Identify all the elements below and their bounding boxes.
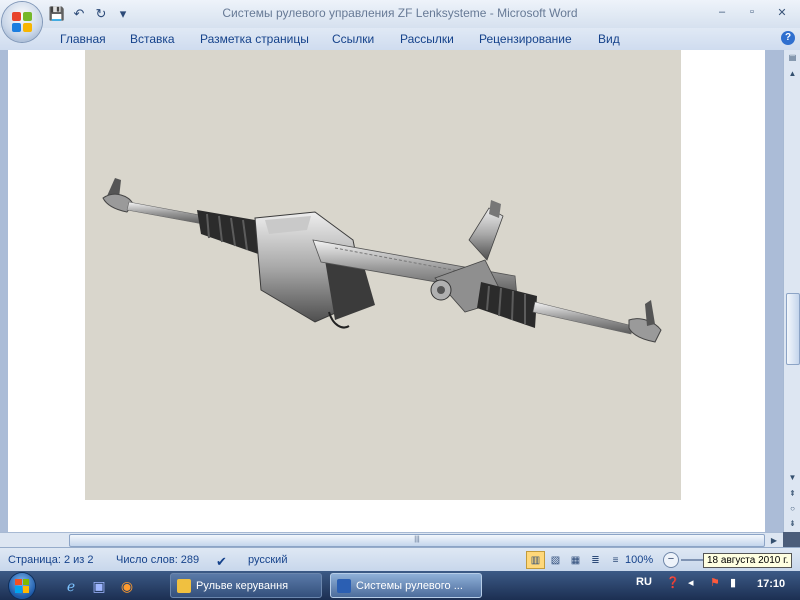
- tab-page-layout[interactable]: Разметка страницы: [200, 32, 309, 46]
- tab-references[interactable]: Ссылки: [332, 32, 374, 46]
- tab-insert[interactable]: Вставка: [130, 32, 175, 46]
- web-layout-icon[interactable]: ▦: [566, 551, 585, 569]
- taskbar-button-folder[interactable]: Рульве керування: [170, 573, 322, 598]
- right-bellows: [477, 282, 537, 328]
- taskbar: ℯ ▣ ◉ Рульве керування Системы рулевого …: [0, 571, 800, 600]
- window-controls: – ▫ ✕: [708, 3, 796, 21]
- title-bar: 💾 ↶ ↻ ▾ Системы рулевого управления ZF L…: [0, 0, 800, 28]
- taskbar-button-label: Рульве керування: [196, 579, 289, 592]
- word-count[interactable]: Число слов: 289: [116, 554, 199, 566]
- zoom-out-button[interactable]: −: [663, 552, 679, 568]
- folder-icon: [177, 578, 191, 593]
- full-screen-reading-icon[interactable]: ▧: [546, 551, 565, 569]
- help-button[interactable]: ?: [781, 31, 795, 45]
- start-button[interactable]: [4, 571, 40, 600]
- date-tooltip: 18 августа 2010 г.: [703, 553, 793, 568]
- minimize-button[interactable]: –: [708, 3, 736, 21]
- ruler-icon[interactable]: ▤: [785, 50, 800, 65]
- taskbar-button-label: Системы рулевого ...: [356, 579, 463, 592]
- window-title: Системы рулевого управления ZF Lenksyste…: [222, 6, 578, 20]
- media-player-icon[interactable]: ▣: [90, 577, 108, 595]
- taskbar-button-word[interactable]: Системы рулевого ...: [330, 573, 482, 598]
- browser-icon[interactable]: ◉: [118, 577, 136, 595]
- page-count[interactable]: Страница: 2 из 2: [8, 554, 94, 566]
- tab-view[interactable]: Вид: [598, 32, 620, 46]
- office-button[interactable]: [2, 2, 42, 42]
- next-page-icon[interactable]: ⇟: [785, 516, 800, 531]
- close-button[interactable]: ✕: [768, 3, 796, 21]
- language-indicator[interactable]: русский: [248, 554, 287, 566]
- proofing-icon[interactable]: ✔︎: [216, 554, 227, 570]
- language-bar[interactable]: RU: [636, 576, 652, 588]
- action-center-icon[interactable]: ⚑: [710, 576, 720, 589]
- view-shortcuts-area: [0, 532, 67, 547]
- word-document-icon: [337, 578, 351, 593]
- browse-object-icon[interactable]: ○: [785, 501, 800, 516]
- draft-icon[interactable]: ≡: [606, 551, 625, 569]
- tab-mailings[interactable]: Рассылки: [400, 32, 454, 46]
- scroll-down-icon[interactable]: ▼: [785, 470, 800, 485]
- zoom-level[interactable]: 100%: [625, 554, 653, 566]
- document-area[interactable]: [0, 50, 783, 532]
- horizontal-scroll-thumb[interactable]: |||: [69, 534, 765, 547]
- status-bar: Страница: 2 из 2 Число слов: 289 ✔︎ русс…: [0, 547, 800, 572]
- help-tray-icon[interactable]: ❓: [666, 576, 680, 589]
- scroll-right-icon[interactable]: ▶: [767, 533, 781, 547]
- scroll-up-icon[interactable]: ▲: [785, 66, 800, 81]
- clock[interactable]: 17:10: [757, 578, 785, 590]
- steering-rack-drawing: [102, 178, 662, 343]
- tab-home[interactable]: Главная: [60, 32, 106, 46]
- steering-rack-image[interactable]: [85, 50, 681, 500]
- windows-logo-icon: [9, 572, 35, 599]
- office-logo-icon: [12, 12, 32, 32]
- maximize-button[interactable]: ▫: [738, 3, 766, 21]
- network-icon[interactable]: ▮: [730, 576, 736, 589]
- ribbon-tabs: Главная Вставка Разметка страницы Ссылки…: [0, 28, 800, 51]
- prev-page-icon[interactable]: ⇞: [785, 486, 800, 501]
- outline-icon[interactable]: ≣: [586, 551, 605, 569]
- internet-explorer-icon[interactable]: ℯ: [62, 577, 80, 595]
- tab-review[interactable]: Рецензирование: [479, 32, 572, 46]
- document-page[interactable]: [8, 50, 765, 532]
- print-layout-icon[interactable]: ▥: [526, 551, 545, 569]
- left-bellows: [197, 210, 261, 255]
- vertical-scroll-thumb[interactable]: [786, 293, 800, 365]
- vertical-scrollbar[interactable]: ▤ ▲ ▼ ⇞ ○ ⇟: [783, 50, 800, 532]
- horizontal-scrollbar[interactable]: ||| ▶: [67, 532, 783, 547]
- show-hidden-icons[interactable]: ◂: [688, 576, 694, 589]
- view-buttons: ▥ ▧ ▦ ≣ ≡: [526, 551, 625, 569]
